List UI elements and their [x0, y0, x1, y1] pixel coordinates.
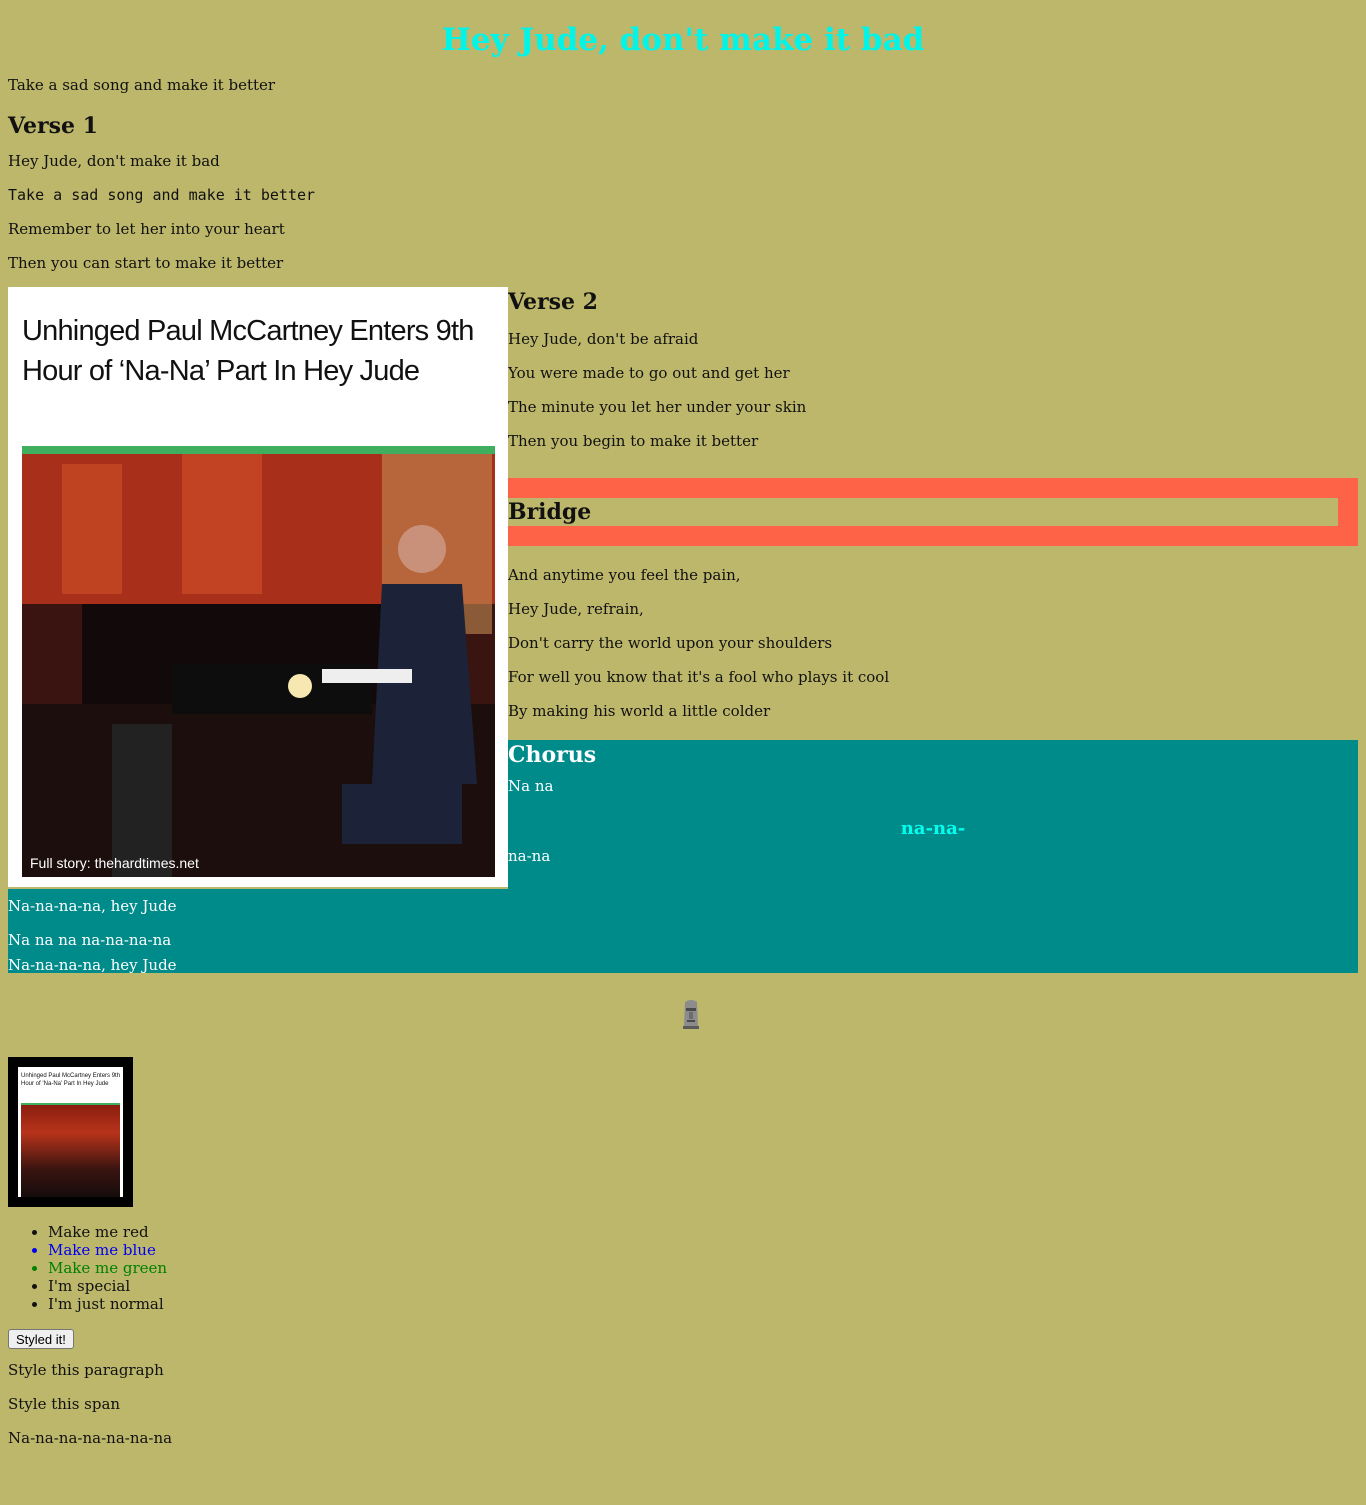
- lyric-line: And anytime you feel the pain,: [508, 566, 741, 584]
- chorus-highlight: na-na-: [900, 818, 966, 839]
- tail-paragraph: Style this paragraph: [8, 1361, 164, 1379]
- lyric-line: Hey Jude, refrain,: [508, 600, 644, 618]
- list-item: I'm just normal: [48, 1295, 1358, 1313]
- chorus-line: na-na: [508, 847, 551, 865]
- lyric-line: Then you begin to make it better: [508, 432, 759, 450]
- chorus-section: Chorus Na na na-na- na-na: [508, 740, 1358, 889]
- chorus-line: Na-na-na-na, hey Jude: [8, 956, 177, 974]
- article-image: Unhinged Paul McCartney Enters 9th Hour …: [8, 287, 508, 887]
- intro-line: Take a sad song and make it better: [8, 76, 276, 94]
- article-divider: [22, 446, 495, 454]
- list-item: Make me blue: [48, 1241, 1358, 1259]
- article-headline: Unhinged Paul McCartney Enters 9th Hour …: [22, 315, 474, 387]
- chorus-line: Na-na-na-na, hey Jude: [8, 897, 177, 915]
- article-thumbnail: Unhinged Paul McCartney Enters 9th Hour …: [8, 1057, 133, 1207]
- thumbnail-headline: Unhinged Paul McCartney Enters 9th Hour …: [21, 1073, 121, 1087]
- lyric-line: Then you can start to make it better: [8, 254, 284, 272]
- lyric-line: By making his world a little colder: [508, 702, 771, 720]
- styled-list: Make me red Make me blue Make me green I…: [8, 1223, 1358, 1313]
- concert-photo-illustration: [22, 454, 495, 877]
- concert-photo: Full story: thehardtimes.net: [22, 454, 495, 877]
- lyric-line-mono: Take a sad song and make it better: [8, 186, 316, 204]
- right-column: Verse 2 Hey Jude, don't be afraid You we…: [508, 280, 1358, 728]
- chorus-line: Na na na na-na-na-na: [8, 931, 172, 949]
- lyric-line: For well you know that it's a fool who p…: [508, 668, 890, 686]
- article-caption: Full story: thehardtimes.net: [30, 855, 199, 871]
- bridge-box: Bridge: [508, 478, 1358, 546]
- thumbnail-photo: [21, 1103, 120, 1197]
- verse1-heading: Verse 1: [8, 113, 98, 139]
- chorus-tail: Na-na-na-na, hey Jude Na na na na-na-na-…: [8, 889, 1358, 973]
- page-title: Hey Jude, don't make it bad: [441, 22, 925, 58]
- list-item: I'm special: [48, 1277, 1358, 1295]
- chorus-line: Na na: [508, 777, 554, 795]
- lyric-line: The minute you let her under your skin: [508, 398, 807, 416]
- lyric-line: Hey Jude, don't be afraid: [508, 330, 699, 348]
- moai-emoji-icon: [683, 1000, 699, 1029]
- styled-it-button[interactable]: Styled it!: [8, 1329, 74, 1349]
- lyric-line: Remember to let her into your heart: [8, 220, 285, 238]
- lyric-line: Hey Jude, don't make it bad: [8, 152, 220, 170]
- moai-area: [8, 973, 1358, 1057]
- lyric-line: Don't carry the world upon your shoulder…: [508, 634, 833, 652]
- tail-nana: Na-na-na-na-na-na-na: [8, 1429, 173, 1447]
- lyric-line: You were made to go out and get her: [508, 364, 790, 382]
- list-item: Make me red: [48, 1223, 1358, 1241]
- list-item: Make me green: [48, 1259, 1358, 1277]
- tail-span: Style this span: [8, 1395, 121, 1413]
- chorus-heading: Chorus: [508, 742, 597, 768]
- verse2-heading: Verse 2: [508, 289, 598, 315]
- bridge-heading: Bridge: [508, 499, 592, 525]
